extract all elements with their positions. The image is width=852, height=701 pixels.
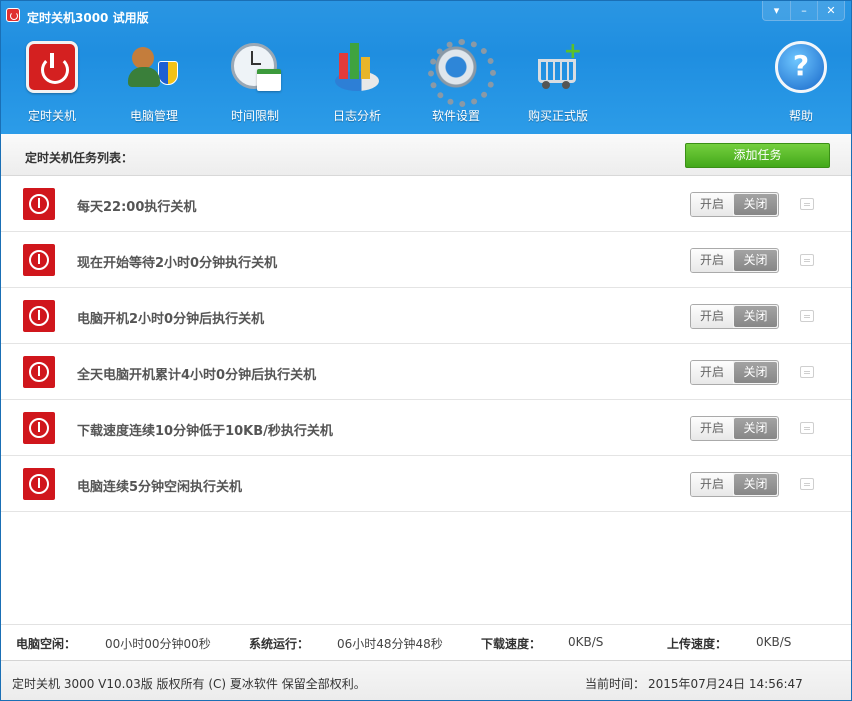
upload-label: 上传速度： [667, 637, 728, 651]
copyright-text: 定时关机 3000 V10.03版 版权所有 (C) 夏冰软件 保留全部权利。 [12, 677, 366, 691]
minimize-button[interactable]: – [790, 1, 817, 20]
toggle-off-button[interactable]: 关闭 [734, 474, 777, 495]
edit-icon[interactable] [800, 478, 814, 490]
download-label: 下载速度： [481, 637, 542, 651]
task-row: 下载速度连续10分钟低于10KB/秒执行关机 开启 关闭 [1, 400, 851, 456]
task-toggle: 开启 关闭 [690, 192, 779, 217]
task-description[interactable]: 下载速度连续10分钟低于10KB/秒执行关机 [77, 420, 333, 439]
toolbar-computer-manage[interactable]: 电脑管理 [109, 41, 199, 124]
task-list-title: 定时关机任务列表： [25, 151, 134, 165]
idle-value: 00小时00分钟00秒 [105, 637, 211, 651]
toolbar-label: 软件设置 [431, 109, 480, 123]
title-bar: 定时关机3000 试用版 ▾ – ✕ [1, 1, 852, 29]
power-icon [23, 300, 55, 332]
toggle-on-button[interactable]: 开启 [691, 249, 734, 272]
toggle-off-button[interactable]: 关闭 [734, 306, 777, 327]
toggle-off-button[interactable]: 关闭 [734, 250, 777, 271]
task-list-header: 定时关机任务列表： 添加任务 [1, 134, 851, 176]
edit-icon[interactable] [800, 422, 814, 434]
gear-icon [428, 39, 496, 107]
toggle-on-button[interactable]: 开启 [691, 473, 734, 496]
task-toggle: 开启 关闭 [690, 304, 779, 329]
current-time-value: 2015年07月24日 14:56:47 [648, 677, 803, 691]
download-value: 0KB/S [568, 635, 604, 649]
toolbar-shutdown[interactable]: 定时关机 [7, 41, 97, 124]
task-list: 每天22:00执行关机 开启 关闭 现在开始等待2小时0分钟执行关机 开启 关闭… [1, 176, 851, 512]
footer-bar: 定时关机 3000 V10.03版 版权所有 (C) 夏冰软件 保留全部权利。 … [1, 660, 851, 700]
app-header: 定时关机3000 试用版 ▾ – ✕ 定时关机 电脑管理 时间限制 日志分析 软… [0, 0, 852, 134]
task-row: 现在开始等待2小时0分钟执行关机 开启 关闭 [1, 232, 851, 288]
task-toggle: 开启 关闭 [690, 472, 779, 497]
window-title: 定时关机3000 试用版 [27, 11, 149, 25]
toggle-off-button[interactable]: 关闭 [734, 418, 777, 439]
task-toggle: 开启 关闭 [690, 416, 779, 441]
toolbar-buy[interactable]: + 购买正式版 [513, 41, 603, 124]
toolbar-label: 定时关机 [27, 109, 76, 123]
cart-icon: + [532, 41, 584, 93]
edit-icon[interactable] [800, 310, 814, 322]
clock-calendar-icon [229, 41, 281, 93]
toggle-on-button[interactable]: 开启 [691, 305, 734, 328]
toggle-on-button[interactable]: 开启 [691, 193, 734, 216]
toolbar-label: 帮助 [788, 109, 813, 123]
toggle-on-button[interactable]: 开启 [691, 361, 734, 384]
toggle-off-button[interactable]: 关闭 [734, 194, 777, 215]
toolbar-label: 日志分析 [332, 109, 381, 123]
task-description[interactable]: 电脑开机2小时0分钟后执行关机 [77, 308, 264, 327]
idle-label: 电脑空闲： [16, 637, 77, 651]
edit-icon[interactable] [800, 254, 814, 266]
toolbar-time-limit[interactable]: 时间限制 [210, 41, 300, 124]
chart-icon [331, 41, 383, 93]
window-controls: ▾ – ✕ [762, 1, 845, 21]
edit-icon[interactable] [800, 198, 814, 210]
close-button[interactable]: ✕ [817, 1, 844, 20]
task-description[interactable]: 电脑连续5分钟空闲执行关机 [77, 476, 242, 495]
task-toggle: 开启 关闭 [690, 360, 779, 385]
power-icon [26, 41, 78, 93]
task-row: 电脑连续5分钟空闲执行关机 开启 关闭 [1, 456, 851, 512]
add-task-button[interactable]: 添加任务 [685, 143, 830, 168]
current-time-label: 当前时间： [585, 677, 646, 691]
power-icon [23, 356, 55, 388]
task-toggle: 开启 关闭 [690, 248, 779, 273]
toolbar-label: 电脑管理 [129, 109, 178, 123]
uptime-value: 06小时48分钟48秒 [337, 637, 443, 651]
app-power-icon [6, 8, 20, 22]
stats-bar: 电脑空闲： 00小时00分钟00秒 系统运行： 06小时48分钟48秒 下载速度… [1, 624, 851, 658]
task-description[interactable]: 全天电脑开机累计4小时0分钟后执行关机 [77, 364, 316, 383]
uptime-label: 系统运行： [249, 637, 310, 651]
help-icon: ? [775, 41, 827, 93]
toggle-off-button[interactable]: 关闭 [734, 362, 777, 383]
task-description[interactable]: 每天22:00执行关机 [77, 196, 196, 215]
toolbar-help[interactable]: ? 帮助 [756, 41, 846, 124]
main-toolbar: 定时关机 电脑管理 时间限制 日志分析 软件设置 + 购买正式版 ? 帮助 [1, 39, 852, 129]
computer-manage-icon [128, 41, 180, 93]
upload-value: 0KB/S [756, 635, 792, 649]
toolbar-label: 时间限制 [230, 109, 279, 123]
task-row: 全天电脑开机累计4小时0分钟后执行关机 开启 关闭 [1, 344, 851, 400]
toolbar-settings[interactable]: 软件设置 [411, 39, 501, 124]
task-row: 每天22:00执行关机 开启 关闭 [1, 176, 851, 232]
menu-dropdown-button[interactable]: ▾ [763, 1, 790, 20]
edit-icon[interactable] [800, 366, 814, 378]
power-icon [23, 188, 55, 220]
toolbar-label: 购买正式版 [527, 109, 588, 123]
power-icon [23, 468, 55, 500]
task-description[interactable]: 现在开始等待2小时0分钟执行关机 [77, 252, 277, 271]
power-icon [23, 412, 55, 444]
power-icon [23, 244, 55, 276]
toolbar-log-analysis[interactable]: 日志分析 [312, 41, 402, 124]
task-row: 电脑开机2小时0分钟后执行关机 开启 关闭 [1, 288, 851, 344]
toggle-on-button[interactable]: 开启 [691, 417, 734, 440]
